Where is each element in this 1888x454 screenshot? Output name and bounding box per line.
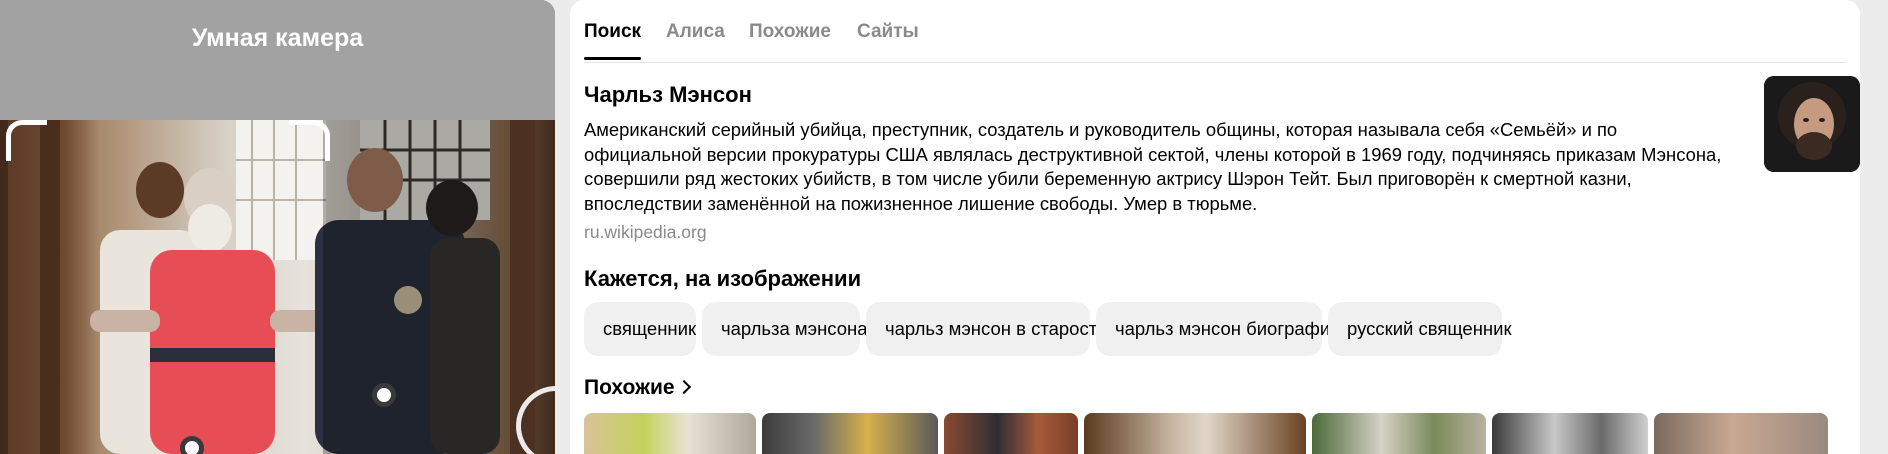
similar-image-thumb[interactable] bbox=[1492, 413, 1648, 454]
crop-corner-top-left-handle[interactable] bbox=[6, 120, 47, 161]
entity-portrait-image[interactable] bbox=[1764, 76, 1860, 172]
tab-search[interactable]: Поиск bbox=[584, 21, 641, 43]
similar-heading-link[interactable]: Похожие bbox=[584, 376, 691, 400]
similar-image-thumb[interactable] bbox=[762, 413, 938, 454]
tab-similar[interactable]: Похожие bbox=[749, 21, 831, 43]
smart-camera-panel: Умная камера bbox=[0, 0, 555, 454]
similar-image-thumb[interactable] bbox=[1654, 413, 1828, 454]
object-marker-dot[interactable] bbox=[180, 436, 204, 454]
active-tab-indicator bbox=[584, 57, 641, 60]
camera-title: Умная камера bbox=[191, 24, 364, 52]
chip-suggestion[interactable]: чарльз мэнсон в старости bbox=[866, 302, 1108, 356]
entity-source-link[interactable]: ru.wikipedia.org bbox=[584, 222, 707, 243]
tab-sites[interactable]: Сайты bbox=[857, 21, 919, 43]
result-tabs: Поиск Алиса Похожие Сайты bbox=[584, 0, 1846, 63]
similar-image-thumb[interactable] bbox=[584, 413, 756, 454]
chip-suggestion[interactable]: чарльза мэнсона bbox=[702, 302, 868, 356]
crop-dim-right bbox=[323, 120, 555, 454]
chip-suggestion[interactable]: чарльз мэнсон биография bbox=[1096, 302, 1340, 356]
camera-header: Умная камера bbox=[0, 0, 555, 120]
similar-image-thumb[interactable] bbox=[944, 413, 1078, 454]
similar-heading-label: Похожие bbox=[584, 376, 675, 399]
chip-suggestion[interactable]: русский священник bbox=[1328, 302, 1512, 356]
similar-image-thumb[interactable] bbox=[1084, 413, 1306, 454]
tab-alice[interactable]: Алиса bbox=[666, 21, 725, 43]
portrait-illustration bbox=[1764, 76, 1860, 172]
crop-dim-left bbox=[0, 120, 8, 454]
object-marker-dot[interactable] bbox=[372, 383, 396, 407]
similar-image-thumb[interactable] bbox=[1312, 413, 1486, 454]
chevron-right-icon bbox=[676, 379, 691, 395]
entity-title[interactable]: Чарльз Мэнсон bbox=[584, 82, 752, 108]
crop-corner-top-right-handle[interactable] bbox=[289, 120, 330, 161]
chip-suggestion[interactable]: священник bbox=[584, 302, 696, 356]
results-panel: Поиск Алиса Похожие Сайты Чарльз Мэнсон … bbox=[570, 0, 1860, 454]
entity-description: Американский серийный убийца, преступник… bbox=[584, 119, 1722, 214]
seems-on-image-heading: Кажется, на изображении bbox=[584, 266, 862, 291]
